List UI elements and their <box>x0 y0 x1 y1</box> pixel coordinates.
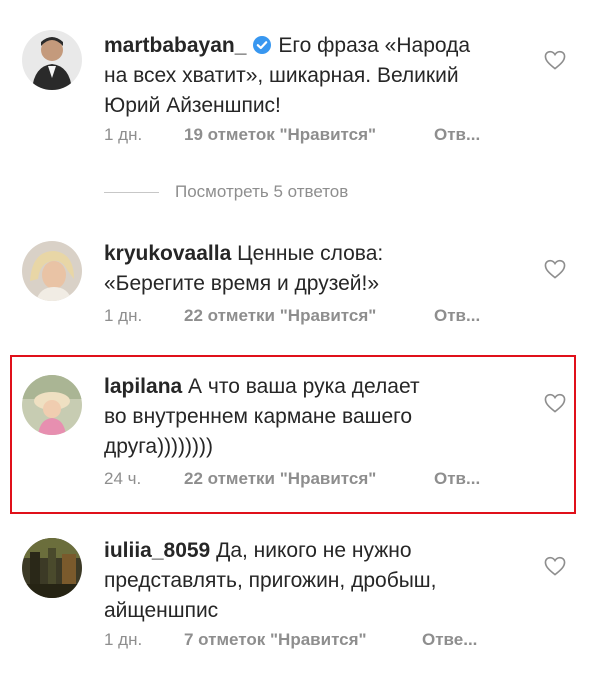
comment-username[interactable]: lapilana <box>104 375 182 398</box>
heart-icon[interactable] <box>544 556 566 576</box>
heart-icon[interactable] <box>544 393 566 413</box>
heart-icon[interactable] <box>544 259 566 279</box>
comment-line: Да, никого не нужно <box>216 539 412 562</box>
likes-count[interactable]: 22 отметки "Нравится" <box>184 305 376 327</box>
reply-button[interactable]: Отв... <box>434 305 480 327</box>
avatar[interactable] <box>22 241 82 301</box>
comment-username[interactable]: kryukovaalla <box>104 242 231 265</box>
comment-time: 1 дн. <box>104 306 143 325</box>
likes-count[interactable]: 7 отметок "Нравится" <box>184 629 367 651</box>
divider <box>104 192 159 194</box>
comment-text: kryukovaalla Ценные слова: «Берегите вре… <box>104 239 524 299</box>
likes-count[interactable]: 22 отметки "Нравится" <box>184 468 376 490</box>
comment-text: lapilana А что ваша рука делает во внутр… <box>104 372 524 462</box>
view-replies-label: Посмотреть 5 ответов <box>175 182 349 201</box>
comment-line: А что ваша рука делает <box>188 375 420 398</box>
comment-time: 24 ч. <box>104 469 142 488</box>
verified-badge-icon <box>253 36 272 54</box>
comment-time: 1 дн. <box>104 630 143 649</box>
likes-count[interactable]: 19 отметок "Нравится" <box>184 124 376 146</box>
comment-time: 1 дн. <box>104 125 143 144</box>
comment-line: представлять, пригожин, дробыш, <box>104 569 437 592</box>
avatar[interactable] <box>22 30 82 90</box>
comment-line: на всех хватит», шикарная. Великий <box>104 64 459 87</box>
comment-username[interactable]: iuliia_8059 <box>104 539 210 562</box>
comment-username[interactable]: martbabayan_ <box>104 34 246 57</box>
comment-line: во внутреннем кармане вашего <box>104 405 413 428</box>
reply-button[interactable]: Отве... <box>422 629 477 651</box>
comment-line: айщеншпис <box>104 599 219 622</box>
heart-icon[interactable] <box>544 50 566 70</box>
comment-line: Его фраза «Народа <box>278 34 471 57</box>
comment-line: друга)))))))) <box>104 435 214 458</box>
avatar[interactable] <box>22 375 82 435</box>
comment-line: Юрий Айзеншпис! <box>104 94 281 117</box>
view-replies-button[interactable]: Посмотреть 5 ответов <box>104 180 348 204</box>
comment-text: martbabayan_ Его фраза «Народа на всех хв… <box>104 31 524 121</box>
comment-line: «Берегите время и друзей!» <box>104 272 380 295</box>
avatar[interactable] <box>22 538 82 598</box>
reply-button[interactable]: Отв... <box>434 124 480 146</box>
reply-button[interactable]: Отв... <box>434 468 480 490</box>
comment-line: Ценные слова: <box>237 242 384 265</box>
comment-text: iuliia_8059 Да, никого не нужно представ… <box>104 536 524 626</box>
